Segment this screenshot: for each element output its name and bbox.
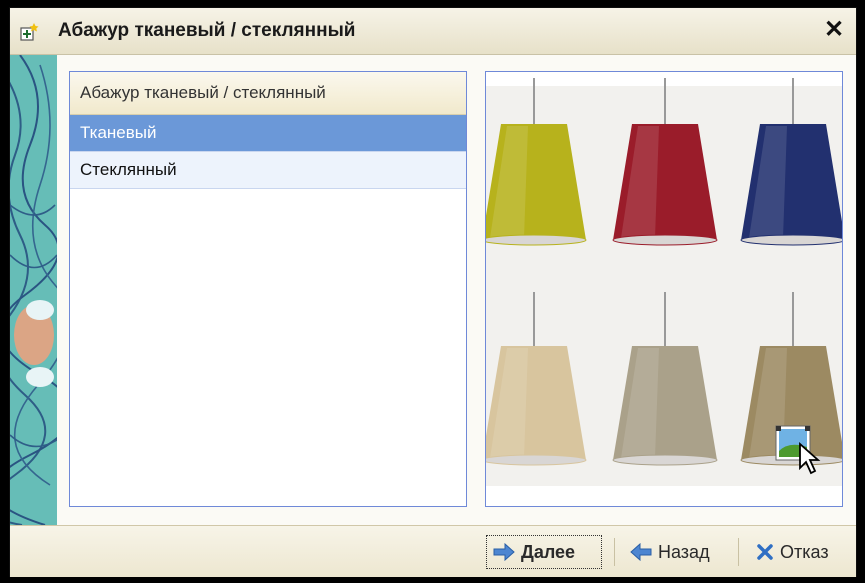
mouse-cursor-icon xyxy=(798,441,824,476)
arrow-right-icon xyxy=(493,543,515,561)
preview-image-panel xyxy=(485,71,843,507)
list-header: Абажур тканевый / стеклянный xyxy=(70,72,466,115)
lampshade-type-list: Абажур тканевый / стеклянный Тканевый Ст… xyxy=(69,71,467,507)
back-button[interactable]: Назад xyxy=(626,535,730,569)
list-item-glass[interactable]: Стеклянный xyxy=(70,152,466,189)
toolbar-separator xyxy=(614,538,615,566)
close-icon: ✕ xyxy=(823,16,845,43)
cancel-button[interactable]: Отказ xyxy=(752,535,856,569)
wizard-window: Абажур тканевый / стеклянный ✕ Абажур тк… xyxy=(9,7,857,577)
close-button[interactable]: ✕ xyxy=(820,16,848,44)
title-bar: Абажур тканевый / стеклянный ✕ xyxy=(10,8,856,55)
back-button-label: Назад xyxy=(658,541,710,562)
arrow-left-icon xyxy=(630,543,652,561)
cancel-button-label: Отказ xyxy=(780,541,829,562)
content-area: Абажур тканевый / стеклянный Тканевый Ст… xyxy=(57,55,856,525)
list-item-fabric[interactable]: Тканевый xyxy=(70,115,466,152)
next-button[interactable]: Далее xyxy=(486,535,602,569)
toolbar-separator xyxy=(738,538,739,566)
decorative-side-image xyxy=(10,55,57,525)
bottom-toolbar: Далее Назад Отказ xyxy=(10,525,856,577)
x-icon xyxy=(757,544,773,560)
window-title: Абажур тканевый / стеклянный xyxy=(58,20,356,41)
window-add-icon xyxy=(20,23,39,41)
next-button-label: Далее xyxy=(521,541,576,562)
